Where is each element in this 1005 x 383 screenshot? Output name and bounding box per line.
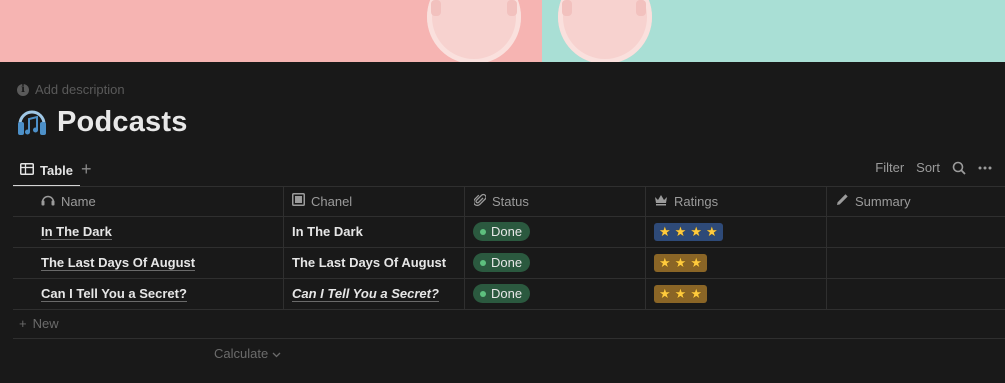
- cover-decor: [636, 0, 646, 16]
- table-row-summary-cell[interactable]: [836, 247, 996, 278]
- cover-decor: [431, 0, 441, 16]
- divider: [283, 186, 284, 309]
- rating-badge: ★ ★ ★ ★: [654, 222, 723, 241]
- column-header-ratings[interactable]: Ratings: [654, 186, 718, 216]
- column-header-summary[interactable]: Summary: [836, 186, 911, 216]
- add-view-button[interactable]: +: [81, 159, 92, 180]
- table-row-rating-cell[interactable]: ★ ★ ★: [654, 247, 707, 278]
- table-row-summary-cell[interactable]: [836, 278, 996, 309]
- sort-button[interactable]: Sort: [916, 160, 940, 175]
- table-row-status-cell[interactable]: Done: [473, 278, 531, 309]
- crown-icon: [654, 193, 668, 209]
- divider: [13, 309, 1005, 310]
- table-icon: [20, 163, 34, 178]
- row-name[interactable]: The Last Days Of August: [41, 255, 196, 271]
- row-name[interactable]: Can I Tell You a Secret?: [41, 286, 187, 302]
- table-row-name-cell[interactable]: In The Dark: [41, 216, 112, 247]
- column-header-name[interactable]: Name: [41, 186, 96, 216]
- table-row-chanel-cell[interactable]: In The Dark: [292, 216, 363, 247]
- new-row-button[interactable]: + New: [19, 316, 59, 331]
- star-icon: ★: [690, 223, 702, 239]
- add-description-label: Add description: [35, 82, 125, 97]
- table-row-name-cell[interactable]: The Last Days Of August: [41, 247, 196, 278]
- status-badge: Done: [473, 284, 531, 303]
- divider: [13, 338, 1005, 339]
- row-chanel[interactable]: Can I Tell You a Secret?: [292, 286, 439, 302]
- status-dot: [480, 228, 486, 235]
- star-icon: ★: [690, 285, 702, 301]
- info-icon: i: [17, 83, 29, 96]
- divider: [826, 186, 827, 309]
- headphones-music-icon[interactable]: [16, 104, 48, 140]
- search-icon[interactable]: [952, 161, 966, 175]
- star-icon: ★: [674, 223, 687, 239]
- divider: [645, 186, 646, 309]
- table-row-rating-cell[interactable]: ★ ★ ★ ★: [654, 216, 723, 247]
- star-icon: ★: [674, 254, 687, 270]
- star-icon: ★: [659, 254, 671, 270]
- more-options-icon[interactable]: [978, 166, 992, 170]
- table-row-chanel-cell[interactable]: Can I Tell You a Secret?: [292, 278, 439, 309]
- view-tabs: Table + Filter Sort: [13, 156, 992, 187]
- star-icon: ★: [705, 223, 718, 239]
- add-description-button[interactable]: i Add description: [17, 82, 125, 97]
- status-badge: Done: [473, 253, 531, 272]
- cover-image: [0, 0, 1005, 62]
- column-header-label: Summary: [855, 193, 911, 209]
- row-chanel: The Last Days Of August: [292, 255, 447, 270]
- headphones-icon: [41, 193, 55, 209]
- column-header-label: Ratings: [674, 193, 719, 209]
- row-chanel: In The Dark: [292, 224, 363, 239]
- table-row-chanel-cell[interactable]: The Last Days Of August: [292, 247, 446, 278]
- column-header-status[interactable]: Status: [473, 186, 529, 216]
- calculate-button[interactable]: Calculate: [214, 346, 281, 361]
- status-label: Done: [491, 286, 523, 301]
- toolbar: Filter Sort: [875, 160, 992, 175]
- calculate-label: Calculate: [214, 346, 269, 361]
- cover-decor: [507, 0, 517, 16]
- tab-label: Table: [40, 163, 73, 178]
- filter-button[interactable]: Filter: [875, 160, 904, 175]
- cover-decor: [562, 0, 572, 16]
- table-row-rating-cell[interactable]: ★ ★ ★: [654, 278, 707, 309]
- column-header-chanel[interactable]: Chanel: [292, 186, 352, 216]
- title-row: Podcasts: [16, 104, 188, 140]
- table-row-name-cell[interactable]: Can I Tell You a Secret?: [41, 278, 187, 309]
- page-title[interactable]: Podcasts: [57, 106, 188, 139]
- rating-badge: ★ ★ ★: [654, 284, 707, 303]
- table-row-status-cell[interactable]: Done: [473, 216, 531, 247]
- status-badge: Done: [473, 222, 531, 241]
- pencil-icon: [836, 193, 849, 209]
- rating-badge: ★ ★ ★: [654, 253, 707, 272]
- status-dot: [480, 290, 486, 297]
- star-icon: ★: [659, 285, 671, 301]
- tab-table[interactable]: Table: [13, 156, 80, 187]
- table-row-status-cell[interactable]: Done: [473, 247, 531, 278]
- divider: [464, 186, 465, 309]
- status-label: Done: [491, 224, 523, 239]
- plus-icon: +: [19, 316, 27, 331]
- table-row-summary-cell[interactable]: [836, 216, 996, 247]
- paperclip-icon: [473, 193, 487, 210]
- column-header-label: Chanel: [311, 193, 353, 209]
- new-row-label: New: [32, 316, 59, 331]
- status-dot: [480, 259, 486, 266]
- column-header-label: Name: [61, 193, 96, 209]
- square-icon: [292, 193, 305, 209]
- star-icon: ★: [659, 223, 671, 239]
- chevron-down-icon: [272, 346, 281, 361]
- status-label: Done: [491, 255, 523, 270]
- row-name[interactable]: In The Dark: [41, 224, 112, 240]
- star-icon: ★: [674, 285, 687, 301]
- star-icon: ★: [690, 254, 702, 270]
- column-header-label: Status: [492, 193, 529, 209]
